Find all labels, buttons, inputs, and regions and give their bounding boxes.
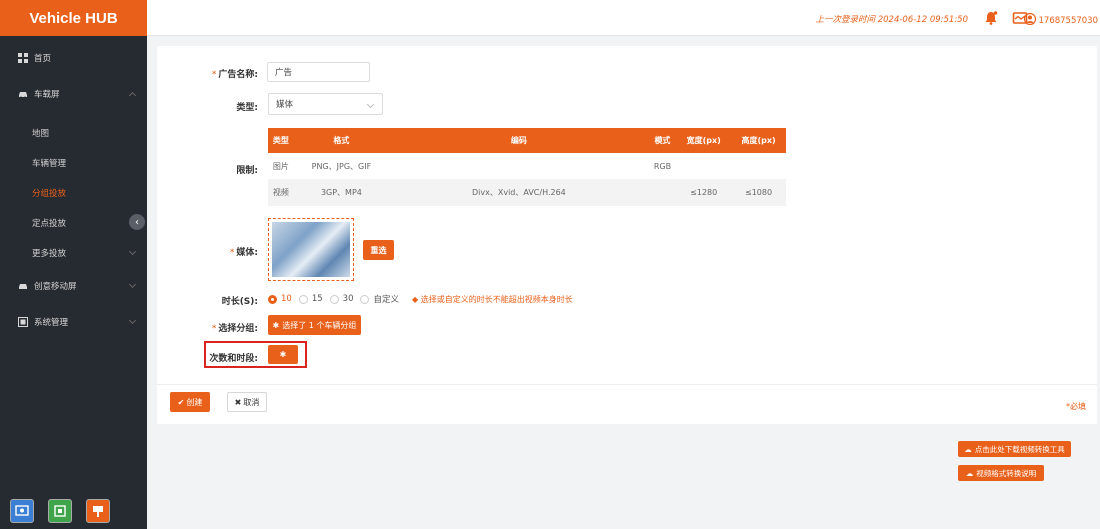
schedule-label: 次数和时段: [209, 354, 258, 364]
radio-icon [360, 294, 370, 304]
table-cell: 3GP、MP4 [293, 179, 390, 206]
table-cell: PNG、JPG、GIF [311, 161, 372, 171]
sidebar-item-label: 创意移动屏 [34, 282, 77, 292]
table-header-row: 类型 格式 编码 模式 宽度(px) 高度(px) [268, 128, 786, 153]
radio-icon [298, 294, 308, 304]
top-header: 上一次登录时间 2024-06-12 09:51:50 17687557030 [147, 0, 1100, 36]
limits-label: 限制: [236, 166, 258, 176]
media-preview[interactable] [268, 218, 354, 281]
type-select-value: 媒体 [276, 100, 294, 110]
duration-option-custom[interactable]: 自定义 [360, 293, 399, 305]
table-cell: RGB [653, 161, 672, 171]
app-monitor-icon[interactable] [48, 499, 72, 523]
table-header: 模式 [648, 128, 677, 153]
create-button[interactable]: ✔ 创建 [170, 392, 210, 412]
table-cell [676, 153, 731, 179]
required-note: *必填 [1066, 402, 1086, 411]
divider [157, 384, 1097, 385]
sidebar-item-group-delivery[interactable]: 分组投放 [0, 178, 147, 208]
user-account[interactable]: 17687557030 [1023, 12, 1099, 26]
sidebar-item-home[interactable]: 首页 [0, 40, 147, 76]
duration-option-15[interactable]: 15 [298, 294, 323, 304]
sidebar-item-vehicle-management[interactable]: 车辆管理 [0, 148, 147, 178]
type-select[interactable]: 媒体 [268, 93, 383, 115]
format-guide-button[interactable]: ☁ 视频格式转换说明 [958, 465, 1044, 481]
reselect-button[interactable]: 重选 [363, 240, 394, 260]
sidebar-item-label: 系统管理 [34, 318, 69, 328]
app-dock [10, 499, 110, 523]
radio-icon [268, 294, 277, 304]
user-avatar-icon [1023, 12, 1036, 26]
sidebar-item-more-delivery[interactable]: 更多投放 [0, 238, 147, 268]
sidebar-item-creative-screen[interactable]: 创意移动屏 [0, 268, 147, 304]
app-screen-icon[interactable] [10, 499, 34, 523]
table-header: 高度(px) [731, 128, 786, 153]
sidebar-item-label: 更多投放 [32, 249, 67, 259]
sidebar-item-car-screen[interactable]: 车载屏 [0, 76, 147, 112]
car-icon [19, 284, 27, 289]
last-login-time: 上一次登录时间 2024-06-12 09:51:50 [815, 15, 968, 25]
sidebar-item-label: 首页 [34, 54, 52, 64]
check-icon: ✔ [177, 397, 185, 407]
download-tool-button[interactable]: ☁ 点击此处下载视频转换工具 [958, 441, 1071, 457]
table-header: 编码 [389, 128, 649, 153]
ad-name-label: * 广告名称: [211, 70, 258, 80]
table-header: 宽度(px) [676, 128, 732, 153]
table-cell: 视频 [268, 179, 294, 206]
duration-option-10[interactable]: 10 [268, 294, 292, 304]
table-cell: 图片 [272, 161, 289, 171]
close-icon: ✖ [234, 397, 242, 407]
chevron-up-icon [128, 91, 137, 100]
table-cell [389, 153, 648, 179]
duration-radio-group: 10 15 30 自定义 ◆ 选择或自定义的时长不能超出视频本身时长 [268, 293, 573, 305]
cloud-icon: ☁ [965, 468, 974, 478]
duration-label: 时长(S): [221, 297, 258, 307]
settings-icon [18, 317, 28, 327]
group-label: * 选择分组: [211, 324, 258, 334]
sidebar-item-fixed-point-delivery[interactable]: 定点投放 [0, 208, 147, 238]
ad-form-card: * 广告名称: 广告 类型: 媒体 限制: 类型 格式 编码 模式 宽度(px) … [157, 46, 1097, 424]
chevron-down-icon [128, 247, 137, 256]
table-cell: Divx、Xvid、AVC/H.264 [389, 179, 649, 206]
sidebar: Vehicle HUB 首页 车载屏 地图 车辆管理 分组投放 定点投放 更多投… [0, 0, 147, 529]
bell-icon[interactable] [983, 10, 999, 26]
limits-table: 类型 格式 编码 模式 宽度(px) 高度(px) 图片 PNG、JPG、GIF… [268, 128, 786, 206]
table-cell: ≤1280 [676, 179, 732, 206]
user-id-text: 17687557030 [1038, 16, 1099, 26]
app-billboard-icon[interactable] [86, 499, 110, 523]
table-cell: ≤1080 [731, 179, 786, 206]
collapse-sidebar-button[interactable]: ‹ [129, 214, 145, 230]
table-row: 图片 PNG、JPG、GIF RGB [268, 153, 786, 179]
chevron-down-icon [128, 280, 137, 289]
select-group-button[interactable]: ✱ 选择了 1 个车辆分组 [268, 315, 361, 335]
cancel-button[interactable]: ✖ 取消 [227, 392, 267, 412]
sidebar-item-system[interactable]: 系统管理 [0, 304, 147, 340]
table-cell [731, 153, 786, 179]
brand-logo: Vehicle HUB [0, 0, 147, 36]
radio-icon [329, 294, 339, 304]
car-icon [19, 92, 27, 99]
chevron-down-icon [128, 316, 137, 325]
duration-tip: ◆ 选择或自定义的时长不能超出视频本身时长 [412, 294, 573, 304]
duration-option-30[interactable]: 30 [329, 294, 353, 304]
gear-icon: ✱ [279, 350, 287, 359]
gear-icon: ✱ [272, 320, 280, 330]
table-header: 格式 [293, 128, 390, 153]
table-cell [648, 179, 677, 206]
table-row: 视频 3GP、MP4 Divx、Xvid、AVC/H.264 ≤1280 ≤10… [268, 179, 786, 206]
sidebar-item-map[interactable]: 地图 [0, 118, 147, 148]
table-header: 类型 [268, 128, 294, 153]
ad-name-input[interactable]: 广告 [267, 62, 370, 82]
media-label: * 媒体: [229, 248, 258, 258]
type-label: 类型: [236, 103, 258, 113]
cloud-icon: ☁ [964, 444, 972, 454]
schedule-settings-button[interactable]: ✱ [268, 345, 298, 364]
tag-icon: ◆ [412, 294, 421, 304]
sidebar-item-label: 车载屏 [34, 90, 60, 100]
media-thumbnail-image [272, 222, 350, 277]
chevron-down-icon [366, 100, 375, 109]
dashboard-icon [18, 53, 28, 63]
